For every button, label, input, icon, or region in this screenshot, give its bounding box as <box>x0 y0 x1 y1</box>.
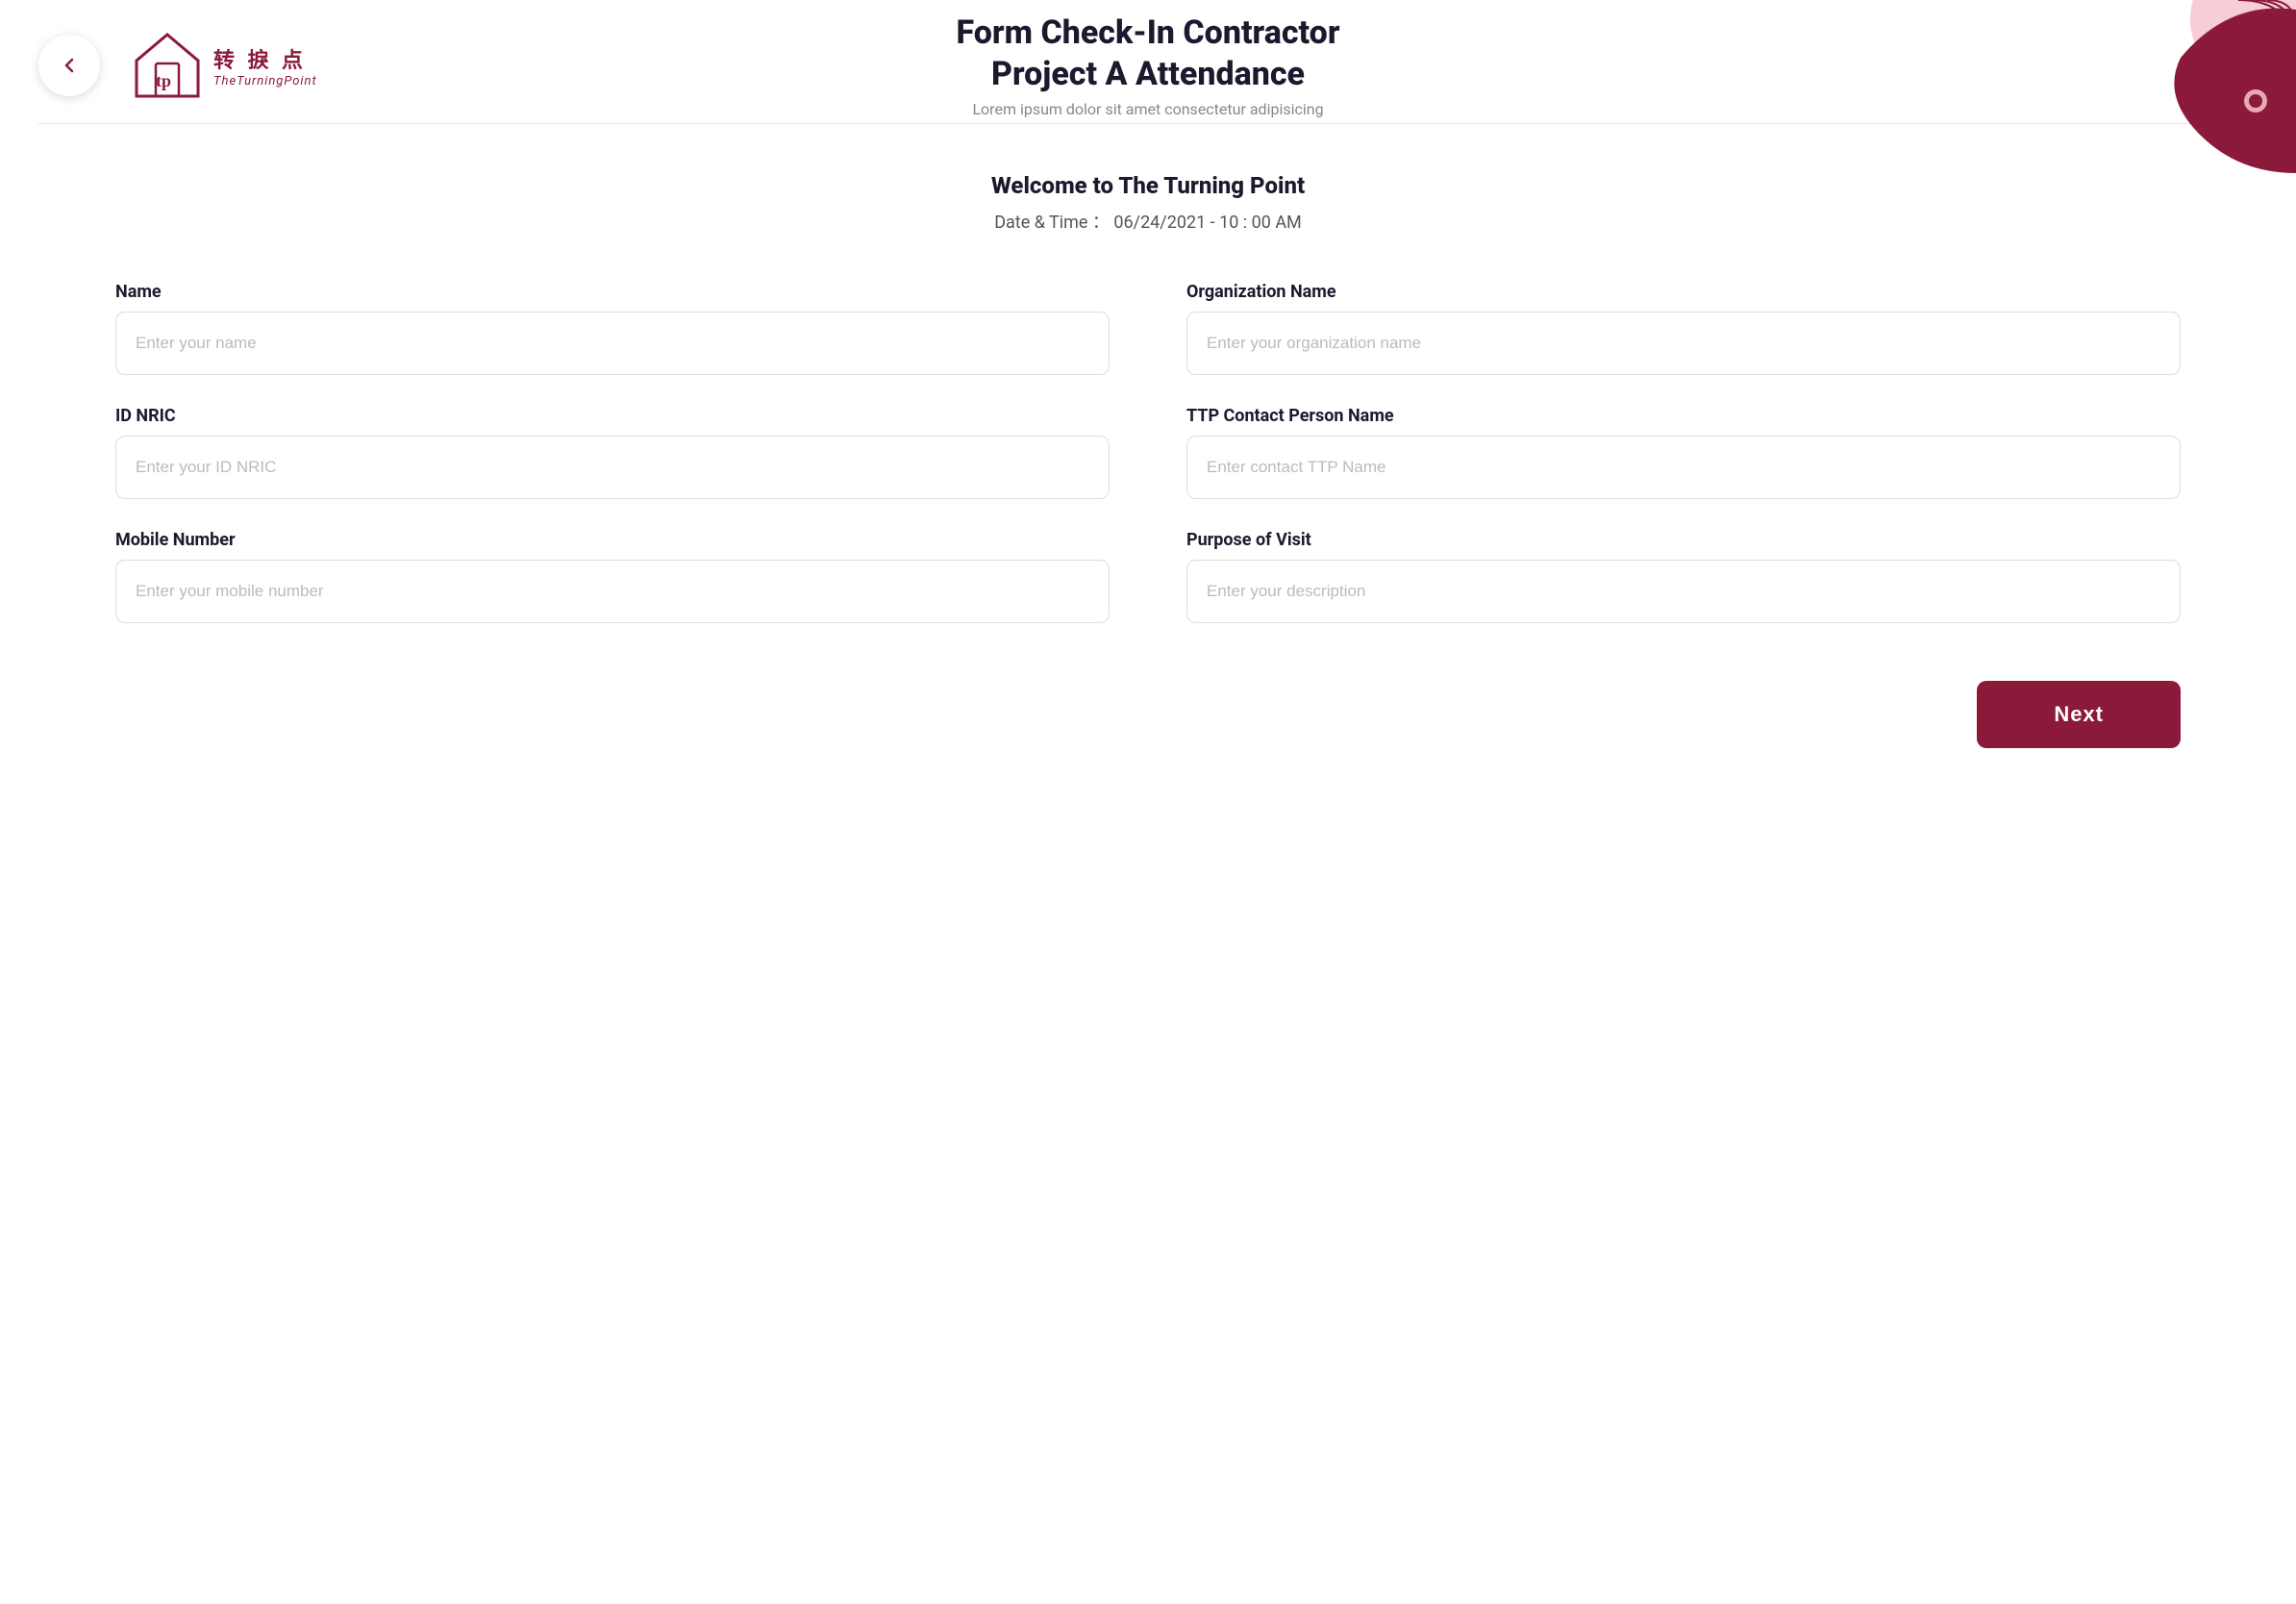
label-ttp-contact: TTP Contact Person Name <box>1186 406 2181 426</box>
label-purpose: Purpose of Visit <box>1186 530 2181 550</box>
logo-icon: tp <box>129 27 206 104</box>
label-mobile: Mobile Number <box>115 530 1110 550</box>
header-title-block: Form Check-In Contractor Project A Atten… <box>957 13 1340 118</box>
logo-chinese: 转 捩 点 <box>213 43 317 74</box>
welcome-section: Welcome to The Turning Point Date & Time… <box>0 124 2296 263</box>
form-section: Name Organization Name ID NRIC TTP Conta… <box>0 263 2296 662</box>
header-title: Form Check-In Contractor Project A Atten… <box>957 13 1340 94</box>
welcome-datetime: Date & Time ： 06/24/2021 - 10 : 00 AM <box>38 209 2258 234</box>
next-button[interactable]: Next <box>1977 681 2181 748</box>
form-group-ttp-contact: TTP Contact Person Name <box>1186 406 2181 499</box>
input-organization[interactable] <box>1186 312 2181 375</box>
back-button[interactable] <box>38 35 100 96</box>
input-ttp-contact[interactable] <box>1186 436 2181 499</box>
label-organization: Organization Name <box>1186 282 2181 302</box>
logo-container: tp 转 捩 点 TheTurningPoint <box>129 27 317 104</box>
form-group-id-nric: ID NRIC <box>115 406 1110 499</box>
datetime-value: 06/24/2021 - 10 : 00 AM <box>1113 213 1301 233</box>
form-group-mobile: Mobile Number <box>115 530 1110 623</box>
welcome-title: Welcome to The Turning Point <box>38 172 2258 199</box>
logo-text: 转 捩 点 TheTurningPoint <box>213 43 317 88</box>
form-group-name: Name <box>115 282 1110 375</box>
footer-actions: Next <box>0 662 2296 796</box>
input-name[interactable] <box>115 312 1110 375</box>
page-wrapper: tp 转 捩 点 TheTurningPoint Form Check-In C… <box>0 0 2296 1604</box>
input-id-nric[interactable] <box>115 436 1110 499</box>
input-purpose[interactable] <box>1186 560 2181 623</box>
form-group-organization: Organization Name <box>1186 282 2181 375</box>
label-id-nric: ID NRIC <box>115 406 1110 426</box>
form-group-purpose: Purpose of Visit <box>1186 530 2181 623</box>
svg-text:tp: tp <box>156 71 171 90</box>
header-subtitle: Lorem ipsum dolor sit amet consectetur a… <box>957 100 1340 118</box>
input-mobile[interactable] <box>115 560 1110 623</box>
logo-area: tp 转 捩 点 TheTurningPoint <box>129 27 317 104</box>
label-name: Name <box>115 282 1110 302</box>
form-grid: Name Organization Name ID NRIC TTP Conta… <box>115 282 2181 623</box>
header: tp 转 捩 点 TheTurningPoint Form Check-In C… <box>0 0 2296 123</box>
logo-brand: TheTurningPoint <box>213 74 317 88</box>
datetime-label: Date & Time ： <box>994 213 1110 233</box>
